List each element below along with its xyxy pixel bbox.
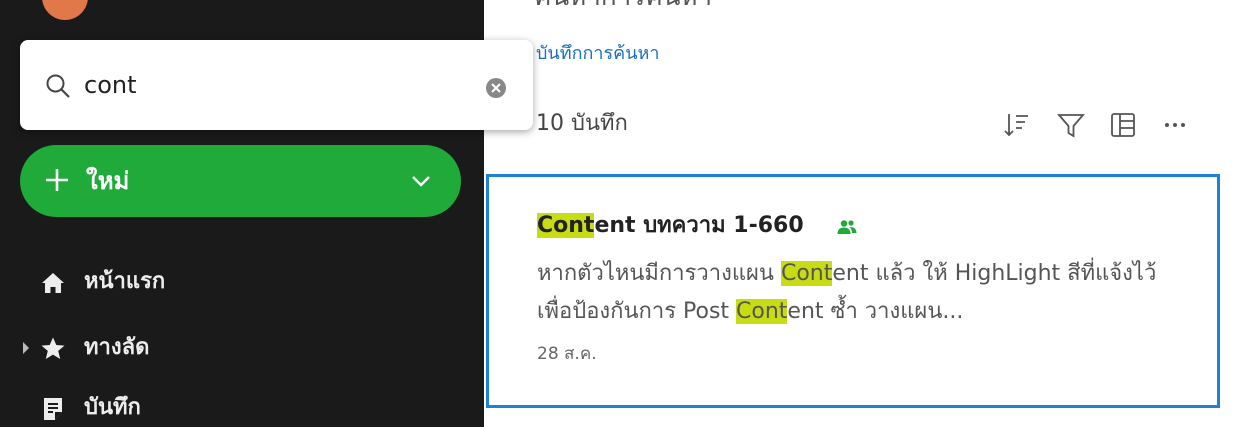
- sidebar-item-shortcuts[interactable]: ทางลัด: [0, 328, 484, 368]
- sidebar-item-home[interactable]: หน้าแรก: [0, 262, 484, 302]
- more-options-icon[interactable]: [1160, 110, 1190, 140]
- snippet-text: หากตัวไหนมีการวางแผน: [537, 261, 781, 286]
- save-search-link[interactable]: บันทึกการค้นหา: [536, 40, 660, 68]
- filter-icon[interactable]: [1056, 110, 1086, 140]
- clear-search-icon[interactable]: [485, 77, 507, 99]
- note-title: Content บทความ 1-660: [537, 211, 804, 241]
- page-title: ค้นหาการค้นหา: [534, 0, 712, 12]
- new-note-button[interactable]: ใหม่: [20, 145, 461, 217]
- note-count: 10 บันทึก: [536, 111, 628, 136]
- sort-icon[interactable]: [1002, 110, 1032, 140]
- sidebar-item-notes[interactable]: บันทึก: [0, 388, 484, 427]
- sidebar-item-label: บันทึก: [84, 395, 141, 420]
- search-highlight: Cont: [537, 213, 595, 238]
- star-icon: [41, 337, 65, 359]
- search-input[interactable]: cont: [84, 69, 137, 101]
- snippet-text: ent ซ้ำ วางแผน...: [787, 299, 964, 324]
- note-card[interactable]: Content บทความ 1-660 หากตัวไหนมีการวางแผ…: [486, 174, 1220, 408]
- note-snippet: หากตัวไหนมีการวางแผน Content แล้ว ให้ Hi…: [537, 255, 1197, 331]
- search-highlight: Cont: [780, 261, 833, 286]
- search-icon: [46, 74, 70, 98]
- plus-icon: [46, 169, 68, 191]
- view-options-icon[interactable]: [1108, 110, 1138, 140]
- note-list-panel: ค้นหาการค้นหา บันทึกการค้นหา 10 บันทึก C…: [484, 0, 1248, 427]
- expand-arrow-icon[interactable]: [22, 342, 30, 354]
- sidebar-item-label: ทางลัด: [84, 335, 150, 360]
- search-highlight: Cont: [736, 299, 788, 324]
- note-title-text: ent บทความ 1-660: [594, 213, 804, 238]
- shared-users-icon: [837, 220, 857, 234]
- avatar[interactable]: [42, 0, 88, 20]
- sidebar-item-label: หน้าแรก: [84, 269, 166, 294]
- note-date: 28 ส.ค.: [537, 344, 597, 364]
- note-icon: [44, 398, 62, 420]
- home-icon: [42, 273, 64, 293]
- chevron-down-icon[interactable]: [410, 171, 432, 191]
- search-box[interactable]: cont: [20, 40, 533, 130]
- new-note-label: ใหม่: [86, 167, 130, 195]
